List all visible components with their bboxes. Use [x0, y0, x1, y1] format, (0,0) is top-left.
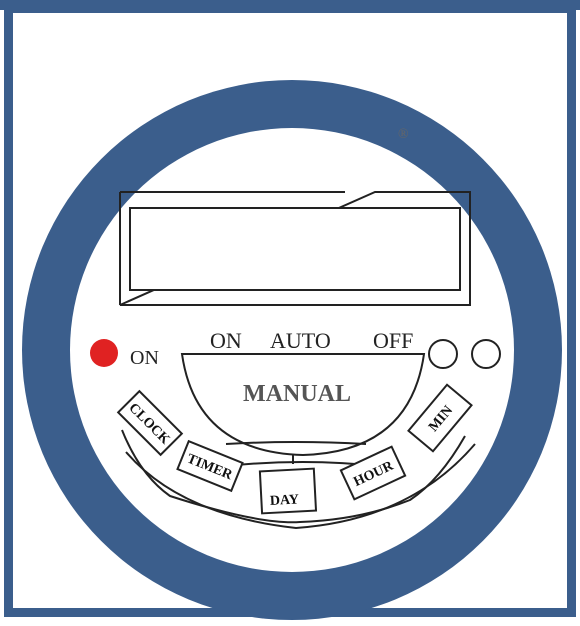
round-button-left[interactable]	[428, 339, 458, 369]
mode-auto-label: AUTO	[270, 328, 331, 353]
on-indicator-label: ON	[130, 347, 159, 369]
day-button-label: DAY	[270, 492, 300, 508]
day-button[interactable]: DAY	[258, 467, 318, 515]
round-button-right[interactable]	[471, 339, 501, 369]
lcd-screen	[129, 207, 461, 291]
timer-device: ® ON ON AUTO OFF MANUAL CLOCK TIMER DAY …	[0, 0, 580, 621]
mode-off-label: OFF	[373, 328, 413, 353]
led-indicator	[90, 339, 118, 367]
frame-top-bar	[0, 0, 580, 10]
manual-label: MANUAL	[243, 381, 351, 407]
mode-on-label: ON	[210, 328, 242, 353]
registered-mark: ®	[398, 127, 409, 142]
